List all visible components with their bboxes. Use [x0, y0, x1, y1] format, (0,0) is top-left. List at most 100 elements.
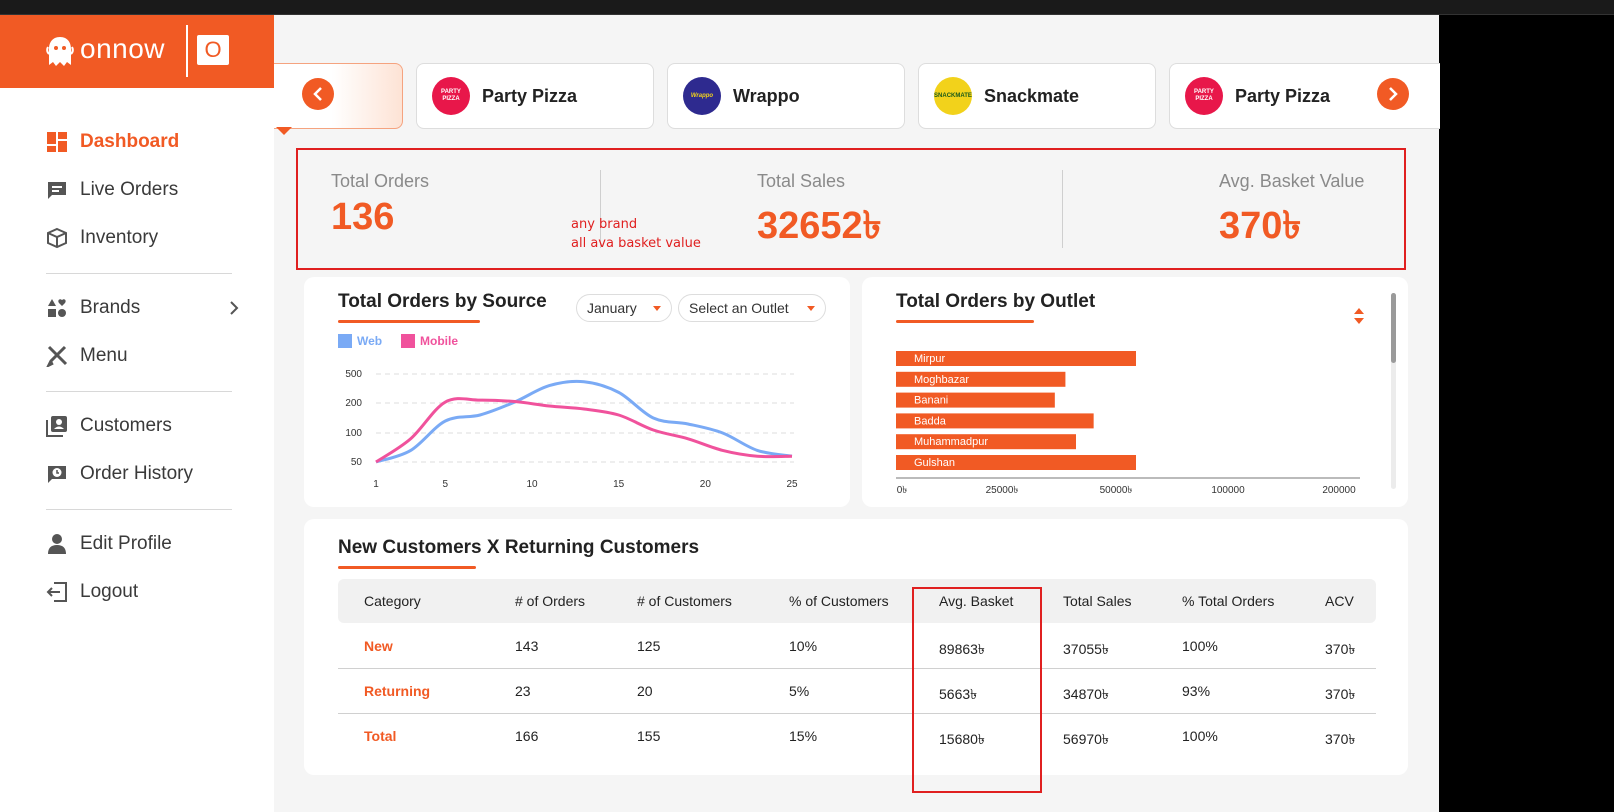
brand-card[interactable]: PARTY PIZZA Party Pizza: [416, 63, 654, 129]
sidebar-item-inventory[interactable]: Inventory: [46, 223, 158, 253]
orders-by-outlet-panel: Total Orders by Outlet Mirpur Moghbazar Ba…: [862, 277, 1408, 507]
sidebar-item-label: Menu: [80, 345, 128, 366]
sidebar-item-order-history[interactable]: Order History: [46, 459, 193, 489]
brand-name: Wrappo: [733, 85, 800, 106]
column-header: Category: [364, 593, 421, 609]
sidebar-item-label: Brands: [80, 297, 141, 318]
table-cell-category: Total: [364, 728, 397, 744]
sidebar-item-label: Order History: [80, 463, 193, 484]
table-cell: 143: [515, 638, 539, 654]
customers-table-panel: New Customers X Returning Customers Cate…: [304, 519, 1408, 775]
dashboard-icon: [46, 131, 68, 153]
x-tick-label: 25: [786, 479, 798, 490]
avg-basket-value: 370৳: [1219, 205, 1302, 247]
table-cell: 93%: [1182, 683, 1211, 699]
logo-text: onnow: [80, 33, 166, 64]
x-tick-label: 15: [613, 479, 625, 490]
brand-logo: PARTY PIZZA: [1185, 77, 1223, 115]
line-chart: 501002005001 5 10 15 20 25: [345, 369, 798, 490]
table-cell: 5%: [789, 683, 810, 699]
bar-label: Muhammadpur: [914, 436, 988, 448]
x-tick-label: 200000: [1322, 485, 1356, 496]
x-tick-label: 25000৳: [986, 485, 1019, 496]
table-cell: 20: [637, 683, 653, 699]
table-cell: 56970৳: [1063, 731, 1109, 747]
table-header: Category # of Orders # of Customers % of…: [338, 579, 1376, 623]
total-sales-label: Total Sales: [757, 171, 846, 191]
brand-card[interactable]: SNACKMATE Snackmate: [918, 63, 1156, 129]
series-line-mobile: [375, 397, 793, 464]
bar-chart: Mirpur Moghbazar Banani Badda Muhammadpur Gul…: [896, 351, 1360, 496]
logo-bar: onnow O: [0, 15, 274, 88]
sidebar-item-edit-profile[interactable]: Edit Profile: [46, 529, 172, 559]
annotation-note: any brand: [571, 217, 638, 232]
sidebar-item-label: Live Orders: [80, 179, 179, 200]
table-cell: 370৳: [1325, 641, 1356, 657]
stats-summary: Total Orders 136 any brand all ava baske…: [296, 148, 1406, 270]
series-line-web: [375, 379, 793, 464]
avg-basket-label: Avg. Basket Value: [1219, 171, 1365, 191]
brand-logo: PARTY PIZZA: [432, 77, 470, 115]
x-tick-label: 10: [526, 479, 538, 490]
chevron-left-icon: [313, 87, 322, 101]
column-header: # of Orders: [515, 593, 586, 609]
y-tick-label: 200: [345, 398, 362, 409]
column-header: % Total Orders: [1182, 593, 1275, 609]
brand-logo: Wrappo: [683, 77, 721, 115]
table-cell: 370৳: [1325, 686, 1356, 702]
sidebar-item-menu[interactable]: Menu: [46, 341, 128, 371]
customers-icon: [46, 415, 68, 437]
user-icon: [46, 533, 68, 555]
table-cell: 100%: [1182, 728, 1218, 744]
table-cell: 155: [637, 728, 661, 744]
total-orders-value: 136: [331, 196, 395, 238]
avg-basket-highlight: [912, 587, 1042, 793]
chevron-right-icon: [230, 301, 239, 315]
brands-icon: [46, 297, 68, 319]
sidebar-item-label: Customers: [80, 415, 172, 436]
sidebar-item-label: Logout: [80, 581, 139, 602]
sidebar-item-label: Edit Profile: [80, 533, 172, 554]
scroll-left-button[interactable]: [302, 78, 334, 110]
selected-caret: [276, 127, 292, 135]
nav-divider: [46, 391, 232, 392]
sidebar-item-logout[interactable]: Logout: [46, 577, 138, 607]
sidebar-item-label: Dashboard: [80, 131, 180, 152]
table-cell: 37055৳: [1063, 641, 1109, 657]
table-cell: 23: [515, 683, 531, 699]
bar-label: Banani: [914, 395, 948, 407]
sidebar-item-live-orders[interactable]: Live Orders: [46, 175, 178, 205]
sidebar-item-brands[interactable]: Brands: [46, 293, 239, 323]
sidebar-item-dashboard[interactable]: Dashboard: [46, 127, 179, 157]
brand-card-selected[interactable]: [274, 63, 403, 129]
x-tick-label: 20: [700, 479, 712, 490]
ghost-logo-icon: [46, 37, 74, 66]
x-tick-label: 100000: [1211, 485, 1245, 496]
bar-label: Gulshan: [914, 457, 955, 469]
app-frame: onnow O Dashboard Live Orders Inventory: [0, 15, 1440, 812]
column-header: Total Sales: [1063, 593, 1132, 609]
sidebar-item-customers[interactable]: Customers: [46, 411, 172, 441]
brand-name: Party Pizza: [482, 85, 578, 106]
panel-title: New Customers X Returning Customers: [338, 537, 700, 558]
orders-by-source-panel: Total Orders by Source January Select an…: [304, 277, 850, 507]
table-cell: 166: [515, 728, 539, 744]
total-orders-label: Total Orders: [331, 171, 430, 191]
order-history-icon: [46, 463, 68, 485]
brand-card[interactable]: Wrappo Wrappo: [667, 63, 905, 129]
column-header: % of Customers: [789, 593, 889, 609]
table-cell-category: Returning: [364, 683, 431, 699]
logout-icon: [46, 581, 68, 603]
logo-divider: [186, 25, 188, 77]
nav-divider: [46, 273, 232, 274]
table-cell: 15%: [789, 728, 818, 744]
sidebar: onnow O Dashboard Live Orders Inventory: [0, 15, 274, 812]
x-tick-label: 1: [373, 479, 379, 490]
title-underline: [338, 566, 476, 569]
live-orders-icon: [46, 179, 68, 201]
table-cell: 100%: [1182, 638, 1218, 654]
brand-name: Snackmate: [984, 85, 1080, 106]
scroll-right-button[interactable]: [1377, 78, 1409, 110]
brand-logo: SNACKMATE: [934, 77, 972, 115]
column-header: # of Customers: [637, 593, 732, 609]
